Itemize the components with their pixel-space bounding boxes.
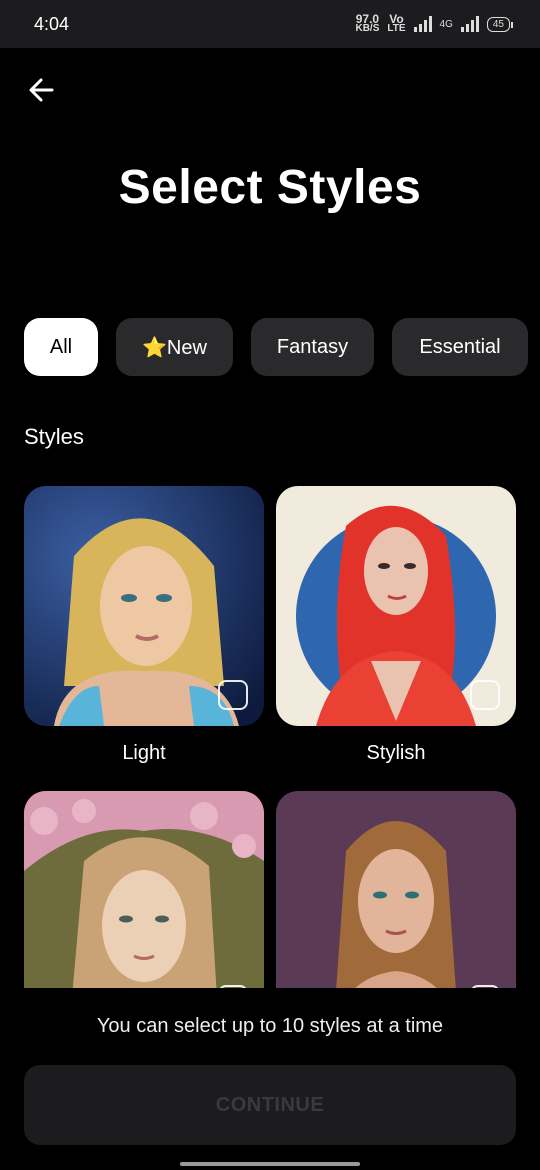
select-checkbox[interactable] [218,985,248,988]
network-speed: 97.0 KB/S [355,12,380,34]
status-time: 4:04 [34,13,70,34]
volte-indicator: Vo LTE [387,12,406,34]
page-title: Select Styles [118,161,422,214]
filter-chip-essential[interactable]: Essential [392,318,528,376]
filter-chip-fantasy[interactable]: Fantasy [251,318,374,376]
style-thumbnail-fantasy [276,791,516,988]
section-title: Styles [24,424,84,449]
arrow-left-icon [29,78,54,102]
style-card-floral[interactable] [24,791,264,988]
continue-button[interactable]: CONTINUE [24,1065,516,1145]
network-type: 4G [439,18,453,30]
select-checkbox[interactable] [470,680,500,710]
signal-icon [413,16,432,32]
select-checkbox[interactable] [218,680,248,710]
style-card-fantasy[interactable] [276,791,516,988]
style-label: Stylish [366,742,426,764]
back-button[interactable] [26,74,58,106]
home-indicator [180,1162,360,1166]
status-icons: 97.0 KB/S Vo LTE 4G 45 [355,12,514,34]
styles-grid: Light Stylish [24,486,516,988]
style-thumbnail-light [24,486,264,726]
signal-icon-2 [460,16,479,32]
style-thumbnail-floral [24,791,264,988]
style-card-stylish[interactable]: Stylish [276,486,516,765]
selection-limit-text: You can select up to 10 styles at a time [96,1015,444,1037]
battery-icon: 45 [486,16,514,32]
style-thumbnail-stylish [276,486,516,726]
filter-chip-new[interactable]: ⭐New [116,318,233,376]
select-checkbox[interactable] [470,985,500,988]
filter-chips: All ⭐New Fantasy Essential [24,318,528,376]
style-card-light[interactable]: Light [24,486,264,765]
status-bar: 4:04 97.0 KB/S Vo LTE 4G 45 [0,0,540,48]
filter-chip-all[interactable]: All [24,318,98,376]
style-label: Light [122,742,166,764]
